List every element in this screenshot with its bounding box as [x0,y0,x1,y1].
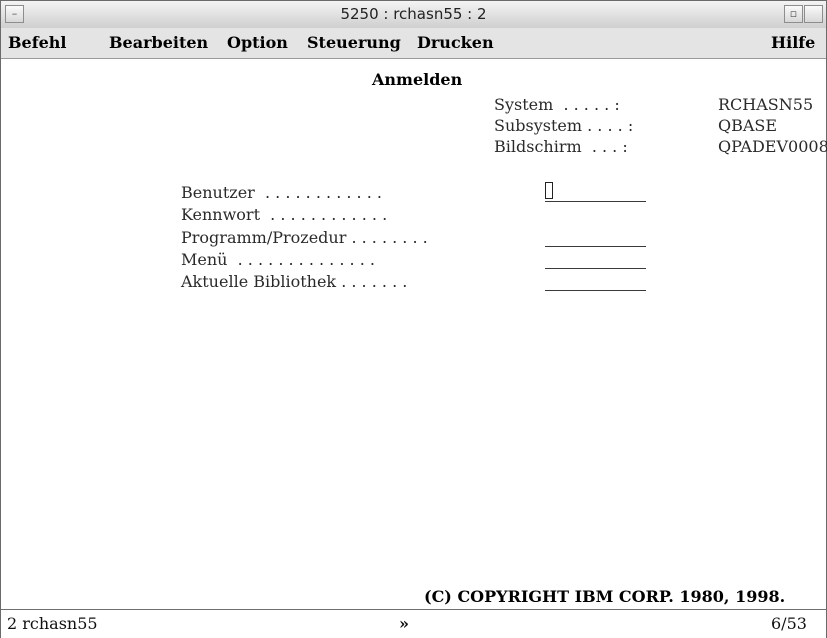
menu-input[interactable] [545,268,646,269]
menu-field-label: Menü . . . . . . . . . . . . . . [181,250,375,269]
bildschirm-value: QPADEV0008 [718,137,827,156]
program-label: Programm/Prozedur . . . . . . . . [181,228,428,247]
terminal-window [0,0,827,638]
text-cursor [545,182,553,199]
restore-icon: ▫ [789,7,798,20]
subsystem-value: QBASE [718,116,778,135]
system-label: System . . . . . : [494,95,620,114]
menu-hilfe[interactable]: Hilfe [771,32,815,54]
program-input[interactable] [545,246,646,247]
minimize-button[interactable]: ▫ [784,5,803,23]
menu-bearbeiten[interactable]: Bearbeiten [109,32,208,54]
library-label: Aktuelle Bibliothek . . . . . . . [181,272,408,291]
user-label: Benutzer . . . . . . . . . . . . [181,183,382,202]
cursor-position: 6/53 [771,614,807,633]
input-indicator-icon: » [399,614,409,633]
maximize-button[interactable] [804,5,823,23]
bildschirm-label: Bildschirm . . . : [494,137,628,156]
menu-befehl[interactable]: Befehl [8,32,66,54]
user-input[interactable] [545,201,646,202]
system-value: RCHASN55 [718,95,814,114]
session-name: 2 rchasn55 [7,614,98,633]
password-input[interactable] [545,224,646,225]
title-bar[interactable]: – 5250 : rchasn55 : 2 ▫ [1,1,826,29]
copyright-notice: (C) COPYRIGHT IBM CORP. 1980, 1998. [424,587,786,606]
maximize-icon [805,6,822,22]
window-title: 5250 : rchasn55 : 2 [340,5,487,23]
menu-drucken[interactable]: Drucken [417,32,494,54]
library-input[interactable] [545,290,646,291]
menu-steuerung[interactable]: Steuerung [307,32,401,54]
menu-option[interactable]: Option [227,32,288,54]
screen-heading: Anmelden [372,70,463,89]
menu-bar: Befehl Bearbeiten Option Steuerung Druck… [1,28,826,59]
subsystem-label: Subsystem . . . . : [494,116,634,135]
password-label: Kennwort . . . . . . . . . . . . [181,205,388,224]
status-bar: 2 rchasn55 » 6/53 [1,609,826,638]
